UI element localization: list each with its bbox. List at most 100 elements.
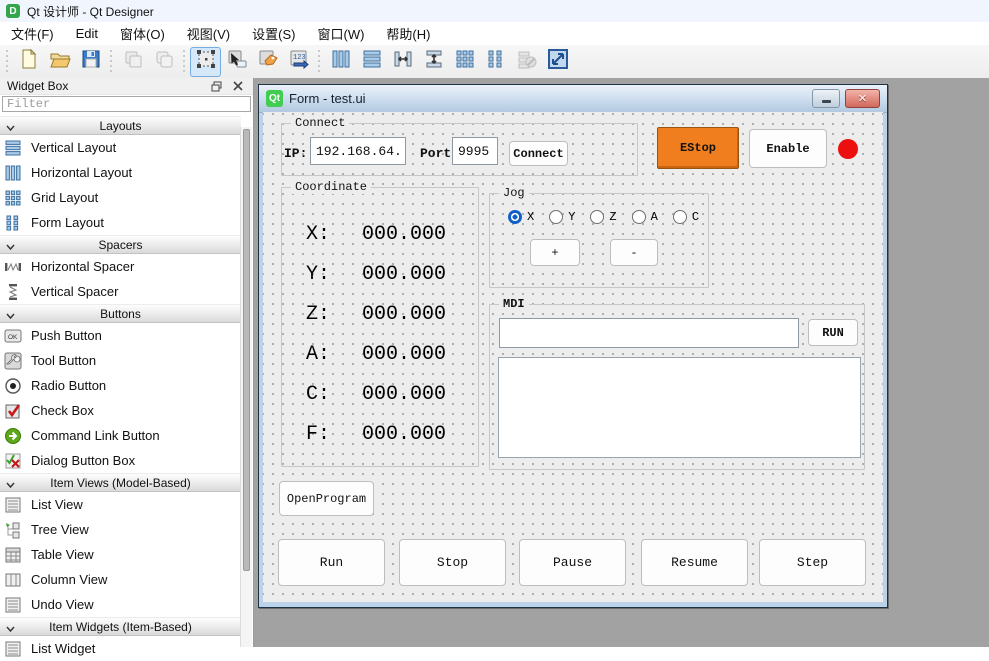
radio-axis-c[interactable]: C (673, 210, 699, 224)
open-file-button[interactable] (44, 47, 75, 77)
menu-form[interactable]: 窗体(O) (109, 22, 176, 45)
widget-table-view[interactable]: Table View (0, 542, 241, 567)
category-buttons[interactable]: Buttons (0, 304, 241, 323)
form-close-button[interactable]: ✕ (845, 89, 880, 108)
widget-label: List Widget (31, 641, 95, 656)
port-input[interactable] (452, 137, 498, 165)
widget-label: Column View (31, 572, 107, 587)
category-item-views[interactable]: Item Views (Model-Based) (0, 473, 241, 492)
widget-label: Tree View (31, 522, 89, 537)
widget-command-link-button[interactable]: Command Link Button (0, 423, 241, 448)
estop-button[interactable]: EStop (657, 127, 739, 169)
split-vertical-button[interactable] (418, 47, 449, 77)
radio-axis-x[interactable]: X (508, 210, 534, 224)
open-folder-icon (49, 48, 71, 75)
layout-horizontal-button[interactable] (325, 47, 356, 77)
widget-form-layout[interactable]: Form Layout (0, 210, 241, 235)
widget-push-button[interactable]: OK Push Button (0, 323, 241, 348)
widget-vertical-spacer[interactable]: Vertical Spacer (0, 279, 241, 304)
jog-group-label: Jog (499, 186, 529, 200)
category-spacers[interactable]: Spacers (0, 235, 241, 254)
chevron-down-icon (6, 478, 15, 492)
layout-grid-button[interactable] (449, 47, 480, 77)
axis-y-label: Y: (306, 263, 362, 286)
widget-label: Undo View (31, 597, 94, 612)
new-file-button[interactable] (13, 47, 44, 77)
ip-input[interactable] (310, 137, 406, 165)
widget-undo-view[interactable]: Undo View (0, 592, 241, 617)
minimize-icon (822, 100, 831, 103)
enable-button[interactable]: Enable (749, 129, 827, 168)
save-file-button[interactable] (75, 47, 106, 77)
pause-button[interactable]: Pause (519, 539, 626, 586)
mdi-run-button[interactable]: RUN (808, 319, 858, 346)
open-program-button[interactable]: OpenProgram (279, 481, 374, 516)
connect-button[interactable]: Connect (509, 141, 568, 166)
widget-grid-layout[interactable]: Grid Layout (0, 185, 241, 210)
widget-dialog-button-box[interactable]: Dialog Button Box (0, 448, 241, 473)
adjust-size-button[interactable] (542, 47, 573, 77)
copy-icon (122, 48, 144, 75)
widget-radio-button[interactable]: Radio Button (0, 373, 241, 398)
widget-check-box[interactable]: Check Box (0, 398, 241, 423)
form-minimize-button[interactable] (812, 89, 840, 108)
widget-label: Horizontal Spacer (31, 259, 134, 274)
widget-label: List View (31, 497, 83, 512)
run-button[interactable]: Run (278, 539, 385, 586)
qt-designer-app: D Qt 设计师 - Qt Designer 文件(F) Edit 窗体(O) … (0, 0, 989, 647)
toolbar-separator (316, 50, 323, 74)
radio-label: C (692, 210, 699, 224)
edit-tab-order-icon: 123 (288, 48, 310, 75)
menu-view[interactable]: 视图(V) (176, 22, 241, 45)
edit-buddies-button[interactable] (252, 47, 283, 77)
widget-horizontal-layout[interactable]: Horizontal Layout (0, 160, 241, 185)
edit-widgets-icon (195, 48, 217, 75)
layout-vertical-button[interactable] (356, 47, 387, 77)
layout-form-button[interactable] (480, 47, 511, 77)
widget-column-view[interactable]: Column View (0, 567, 241, 592)
form-window: Qt Form - test.ui ✕ Connect IP: Port: Co… (258, 84, 888, 608)
widget-box-scrollbar[interactable] (240, 127, 252, 647)
resume-button[interactable]: Resume (641, 539, 748, 586)
category-label: Spacers (0, 238, 241, 252)
widget-vertical-layout[interactable]: Vertical Layout (0, 135, 241, 160)
chevron-down-icon (6, 121, 15, 135)
close-panel-icon[interactable] (230, 78, 246, 94)
split-horizontal-button[interactable] (387, 47, 418, 77)
menu-file[interactable]: 文件(F) (0, 22, 65, 45)
edit-signals-slots-button[interactable] (221, 47, 252, 77)
widget-label: Dialog Button Box (31, 453, 135, 468)
filter-input[interactable] (2, 96, 251, 112)
category-label: Buttons (0, 307, 241, 321)
widget-horizontal-spacer[interactable]: Horizontal Spacer (0, 254, 241, 279)
stop-button[interactable]: Stop (399, 539, 506, 586)
widget-tree-view[interactable]: Tree View (0, 517, 241, 542)
category-item-widgets[interactable]: Item Widgets (Item-Based) (0, 617, 241, 636)
widget-list-widget[interactable]: List Widget (0, 636, 241, 661)
float-panel-icon[interactable] (208, 78, 224, 94)
widget-list-view[interactable]: List View (0, 492, 241, 517)
step-button[interactable]: Step (759, 539, 866, 586)
mdi-command-input[interactable] (499, 318, 799, 348)
new-file-icon (18, 48, 40, 75)
coordinate-row: X: 000.000 (282, 214, 478, 254)
edit-widgets-button[interactable] (190, 47, 221, 77)
radio-axis-a[interactable]: A (632, 210, 658, 224)
menu-edit[interactable]: Edit (65, 24, 109, 43)
app-title: Qt 设计师 - Qt Designer (27, 3, 154, 20)
widget-box-title: Widget Box (7, 79, 68, 93)
mdi-output-area[interactable] (498, 357, 861, 458)
radio-axis-y[interactable]: Y (549, 210, 575, 224)
category-layouts[interactable]: Layouts (0, 116, 241, 135)
widget-tool-button[interactable]: Tool Button (0, 348, 241, 373)
edit-tab-order-button[interactable]: 123 (283, 47, 314, 77)
jog-plus-button[interactable]: + (530, 239, 580, 266)
menu-settings[interactable]: 设置(S) (241, 22, 306, 45)
menu-help[interactable]: 帮助(H) (375, 22, 441, 45)
menu-window[interactable]: 窗口(W) (306, 22, 375, 45)
form-titlebar[interactable]: Qt Form - test.ui ✕ (259, 85, 887, 113)
widget-label: Vertical Layout (31, 140, 116, 155)
jog-minus-button[interactable]: - (610, 239, 658, 266)
radio-axis-z[interactable]: Z (590, 210, 616, 224)
scrollbar-thumb[interactable] (243, 129, 250, 571)
